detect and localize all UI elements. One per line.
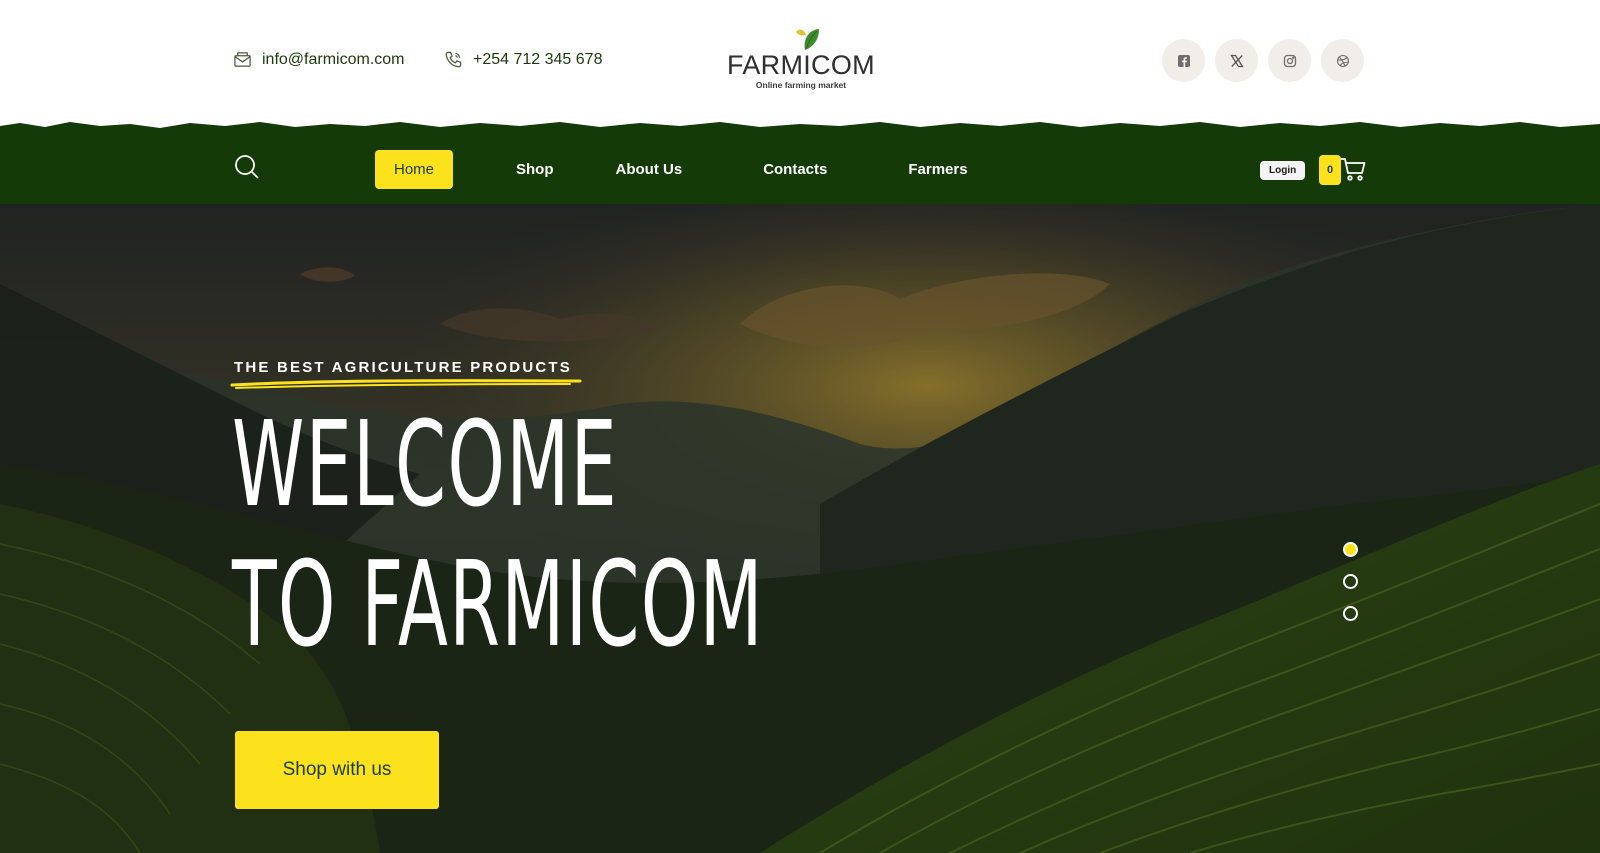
instagram-icon [1283, 54, 1296, 67]
nav-item-contacts[interactable]: Contacts [744, 150, 846, 189]
phone-link[interactable]: +254 712 345 678 [444, 50, 602, 69]
nav-item-farmers[interactable]: Farmers [889, 150, 986, 189]
hero-headline-line2: TO FARMICOM [232, 535, 764, 673]
main-navigation: Home Shop About Us Contacts Farmers Logi… [0, 120, 1600, 204]
x-button[interactable] [1215, 39, 1258, 82]
leaf-icon [796, 29, 819, 50]
search-icon[interactable] [234, 154, 260, 180]
slide-dot-3[interactable] [1343, 606, 1358, 621]
hero-headline: WELCOME TO FARMICOM [232, 394, 764, 674]
brand-name: FARMICOM [727, 50, 875, 80]
email-link[interactable]: info@farmicom.com [233, 50, 405, 69]
slide-dot-2[interactable] [1343, 574, 1358, 589]
hero-kicker-underline [230, 379, 582, 389]
facebook-button[interactable] [1162, 39, 1205, 82]
hero-headline-line1: WELCOME [232, 395, 619, 533]
cart-count-badge: 0 [1319, 155, 1341, 185]
hero-kicker: THE BEST AGRICULTURE PRODUCTS [234, 359, 572, 376]
hero-slider: THE BEST AGRICULTURE PRODUCTS WELCOME TO… [0, 204, 1600, 853]
envelope-icon [234, 52, 251, 67]
phone-text: +254 712 345 678 [473, 50, 603, 68]
nav-item-about-us[interactable]: About Us [597, 150, 702, 189]
slider-pagination [1343, 542, 1358, 621]
email-text: info@farmicom.com [262, 50, 405, 68]
slide-dot-1[interactable] [1343, 542, 1358, 557]
nav-menu: Home Shop About Us Contacts Farmers [375, 150, 1011, 189]
nav-item-shop[interactable]: Shop [497, 150, 573, 189]
cart-icon[interactable] [1340, 156, 1366, 182]
brand-tagline: Online farming market [755, 80, 847, 90]
x-icon [1229, 54, 1244, 67]
facebook-icon [1177, 54, 1190, 67]
social-links [1162, 39, 1364, 82]
dribbble-icon [1336, 54, 1349, 67]
instagram-button[interactable] [1268, 39, 1311, 82]
shop-with-us-button[interactable]: Shop with us [235, 731, 439, 809]
top-bar: info@farmicom.com +254 712 345 678 FARMI… [0, 0, 1600, 128]
nav-item-home[interactable]: Home [375, 150, 454, 189]
brand-logo[interactable]: FARMICOM Online farming market [726, 26, 876, 96]
phone-icon [445, 51, 462, 68]
dribbble-button[interactable] [1321, 39, 1364, 82]
login-button[interactable]: Login [1260, 161, 1306, 180]
